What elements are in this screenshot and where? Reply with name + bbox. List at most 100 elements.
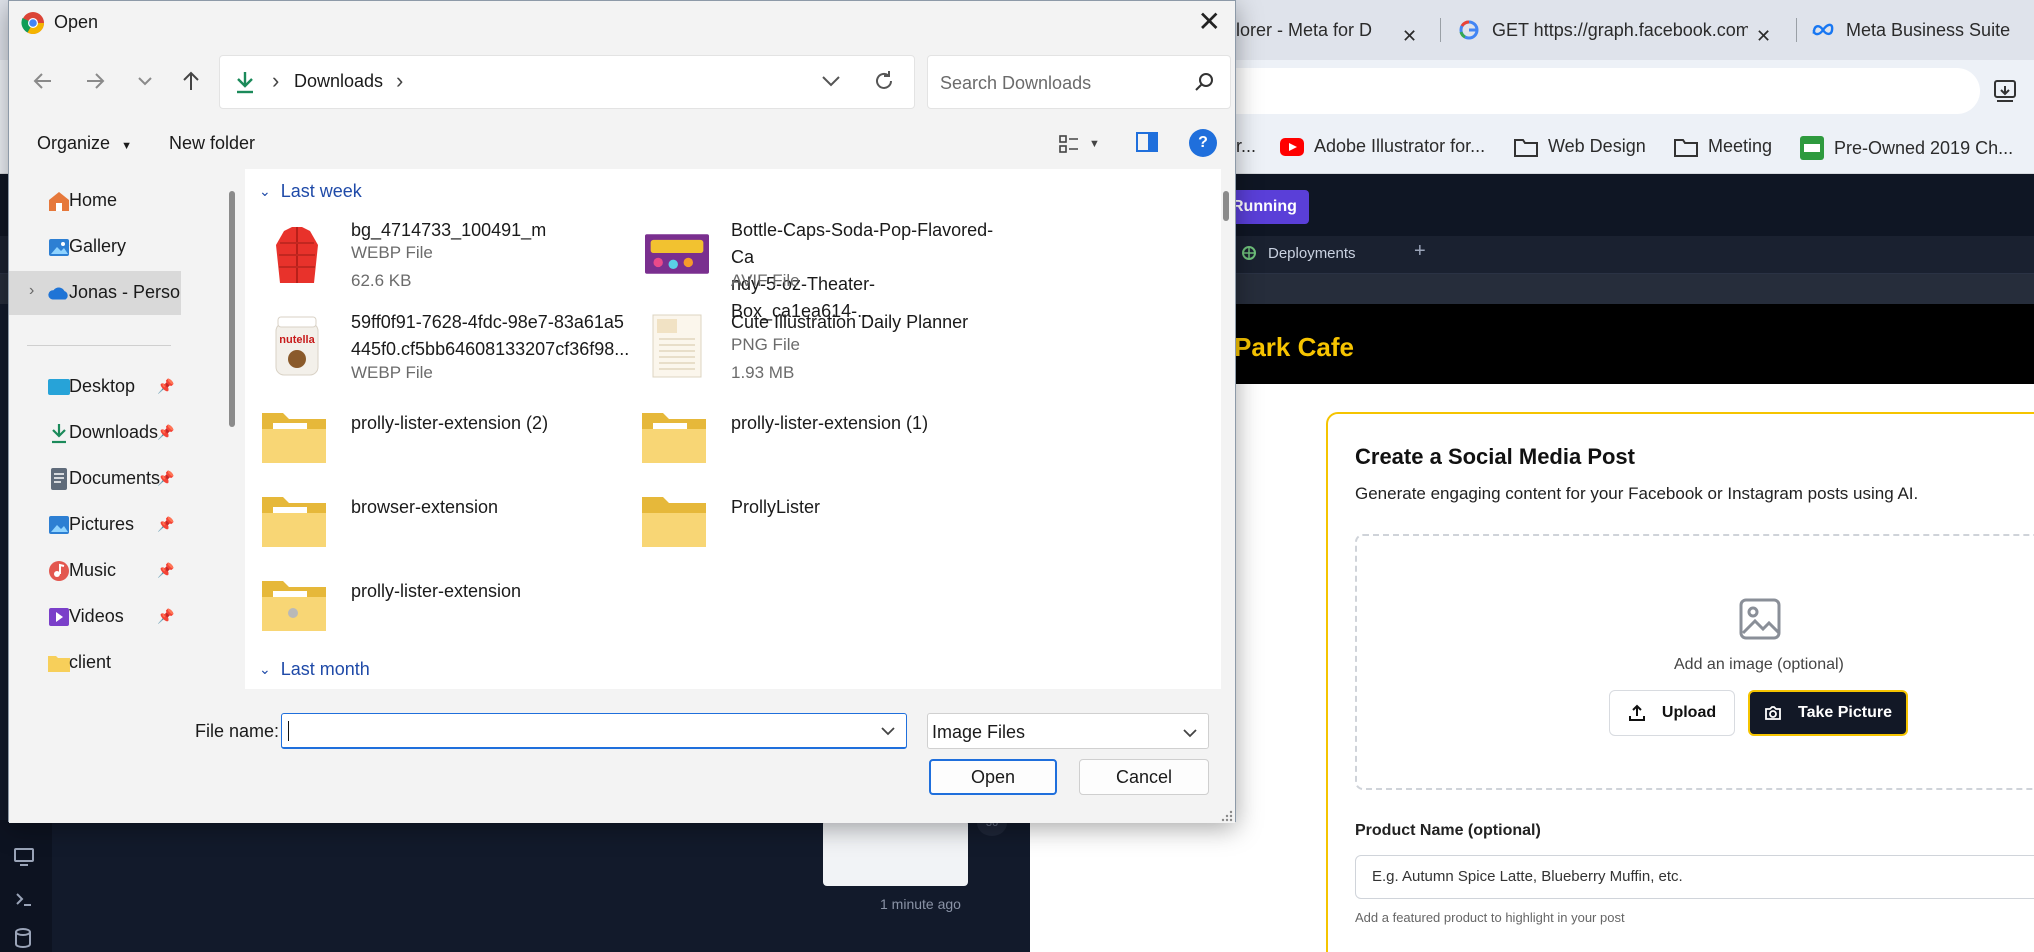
folder-icon <box>641 493 707 553</box>
nav-item-music[interactable]: Music 📌 <box>9 549 181 593</box>
dialog-titlebar: Open ✕ <box>9 1 1235 45</box>
navigation-pane-scrollbar[interactable] <box>229 191 235 427</box>
new-folder-button[interactable]: New folder <box>169 133 255 154</box>
expand-chevron-icon[interactable]: › <box>29 282 34 300</box>
preview-thumbnail[interactable] <box>823 820 968 886</box>
file-name-input[interactable] <box>281 713 907 749</box>
monitor-icon[interactable] <box>14 848 36 870</box>
nav-item-onedrive[interactable]: › Jonas - Personal <box>9 271 181 315</box>
refresh-icon[interactable] <box>872 69 896 93</box>
nav-label: Downloads <box>69 422 159 442</box>
pin-icon[interactable]: 📌 <box>157 516 174 533</box>
folder-icon <box>261 577 327 637</box>
download-icon[interactable] <box>1992 78 2018 104</box>
chevron-down-icon: ⌄ <box>259 183 271 199</box>
bookmark-label: Adobe Illustrator for... <box>1314 136 1486 156</box>
terminal-icon[interactable] <box>14 890 36 912</box>
organize-button[interactable]: Organize ▼ <box>37 133 132 154</box>
group-header-last-month[interactable]: ⌄ Last month <box>259 659 370 680</box>
image-icon <box>1738 597 1782 641</box>
take-picture-button[interactable]: Take Picture <box>1748 690 1908 736</box>
search-input[interactable]: Search Downloads <box>927 55 1231 109</box>
change-view-button[interactable]: ▼ <box>1059 131 1109 157</box>
nav-item-home[interactable]: Home <box>9 179 181 223</box>
nav-item-downloads[interactable]: Downloads 📌 <box>9 411 181 455</box>
pin-icon[interactable]: 📌 <box>157 608 174 625</box>
folder-item[interactable]: prolly-lister-extension (1) <box>625 399 1005 483</box>
browser-tab-graph-explorer[interactable]: plorer - Meta for D <box>1226 8 1416 52</box>
file-item[interactable]: bg_4714733_100491_m WEBP File 62.6 KB <box>245 209 625 299</box>
folder-item[interactable]: prolly-lister-extension <box>245 567 625 651</box>
google-icon <box>1458 19 1480 41</box>
bookmark-item[interactable]: Meeting <box>1674 136 1772 157</box>
breadcrumb-downloads[interactable]: Downloads <box>294 71 383 92</box>
address-history-chevron-icon[interactable] <box>820 70 842 92</box>
pictures-icon <box>47 513 71 537</box>
group-header-last-week[interactable]: ⌄ Last week <box>259 181 362 202</box>
add-tab-button[interactable]: + <box>1414 240 1426 263</box>
up-arrow-icon[interactable] <box>177 67 205 95</box>
forward-arrow-icon[interactable] <box>81 67 109 95</box>
view-options-icon <box>1059 134 1079 154</box>
pin-icon[interactable]: 📌 <box>157 424 174 441</box>
folder-item[interactable]: browser-extension <box>245 483 625 567</box>
preview-pane-icon[interactable] <box>1135 131 1159 155</box>
nav-item-documents[interactable]: Documents 📌 <box>9 457 181 501</box>
gallery-icon <box>47 235 71 259</box>
open-file-dialog: Open ✕ › Downloads › Search Downloads Or… <box>8 0 1236 823</box>
nav-item-gallery[interactable]: Gallery <box>9 225 181 269</box>
upload-button[interactable]: Upload <box>1609 690 1735 736</box>
music-icon <box>47 559 71 583</box>
folder-name: prolly-lister-extension (2) <box>351 413 549 433</box>
product-name-input[interactable]: E.g. Autumn Spice Latte, Blueberry Muffi… <box>1355 855 2034 899</box>
chevron-down-icon: ⌄ <box>259 661 271 677</box>
onedrive-icon <box>47 281 71 305</box>
database-icon[interactable] <box>14 928 36 950</box>
nav-item-videos[interactable]: Videos 📌 <box>9 595 181 639</box>
pin-icon[interactable]: 📌 <box>157 562 174 579</box>
brand-name: Park Cafe <box>1234 332 1354 362</box>
back-arrow-icon[interactable] <box>29 67 57 95</box>
cancel-button[interactable]: Cancel <box>1079 759 1209 795</box>
bookmark-label: Pre-Owned 2019 Ch... <box>1834 137 2014 158</box>
bookmark-item[interactable]: Web Design <box>1514 136 1646 157</box>
pin-icon[interactable]: 📌 <box>157 470 174 487</box>
folder-name: ProllyLister <box>731 497 821 517</box>
pin-icon[interactable]: 📌 <box>157 378 174 395</box>
browser-tab-meta-business[interactable]: Meta Business Suite <box>1812 8 2034 52</box>
help-icon[interactable]: ? <box>1189 129 1217 157</box>
file-type-select[interactable]: Image Files <box>927 713 1209 749</box>
file-item[interactable]: nutella 59ff0f91-7628-4fdc-98e7-83a61a5 4… <box>245 301 629 391</box>
file-size: 1.93 MB <box>731 363 795 382</box>
folder-icon <box>1514 137 1538 157</box>
close-tab-icon[interactable]: ✕ <box>1756 14 1771 58</box>
open-button[interactable]: Open <box>929 759 1057 795</box>
nav-item-client[interactable]: client <box>9 641 181 685</box>
group-label: Last week <box>280 181 362 201</box>
folder-item[interactable]: ProllyLister <box>625 483 1005 567</box>
file-item[interactable]: Cute Illustration Daily Planner PNG File… <box>625 301 1005 391</box>
bookmark-item[interactable]: Adobe Illustrator for... <box>1280 136 1485 157</box>
file-item[interactable]: Bottle-Caps-Soda-Pop-Flavored-Ca ndy-5-oz… <box>625 209 1005 321</box>
folder-item[interactable]: prolly-lister-extension (2) <box>245 399 625 483</box>
nav-label: Documents <box>69 468 161 488</box>
browser-tab-graph-request[interactable]: GET https://graph.facebook.com <box>1458 8 1748 52</box>
breadcrumb-separator[interactable]: › <box>396 68 403 94</box>
address-bar[interactable]: › Downloads › <box>219 55 915 109</box>
bookmark-item[interactable]: Pre-Owned 2019 Ch... <box>1800 136 2013 160</box>
recent-locations-chevron-icon[interactable] <box>131 67 159 95</box>
nav-item-desktop[interactable]: Desktop 📌 <box>9 365 181 409</box>
bookmark-label: r... <box>1236 136 1257 156</box>
nav-label: client <box>69 652 112 672</box>
dialog-navigation-row: › Downloads › Search Downloads <box>9 53 1235 109</box>
youtube-icon <box>1280 137 1304 156</box>
chevron-down-icon[interactable] <box>880 724 896 736</box>
tab-deployments[interactable]: Deployments <box>1240 244 1356 262</box>
file-list-scrollbar[interactable] <box>1223 191 1229 221</box>
bookmark-item[interactable]: r... <box>1236 136 1256 157</box>
resize-grip-icon[interactable] <box>1221 809 1233 822</box>
nav-item-pictures[interactable]: Pictures 📌 <box>9 503 181 547</box>
close-icon[interactable]: ✕ <box>1198 7 1221 37</box>
close-tab-icon[interactable]: ✕ <box>1402 14 1417 58</box>
folder-icon <box>47 651 71 675</box>
